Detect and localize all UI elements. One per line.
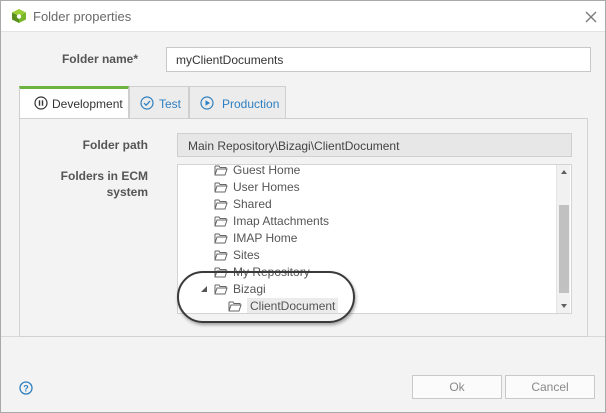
bizagi-cube-icon [12, 9, 26, 23]
svg-text:?: ? [23, 384, 29, 394]
tab-development-label: Development [52, 97, 123, 111]
tab-production[interactable]: Production [189, 86, 286, 118]
dialog-title: Folder properties [33, 9, 132, 24]
folder-open-icon [214, 165, 228, 176]
cancel-button[interactable]: Cancel [505, 375, 595, 399]
title-bar: Folder properties [1, 1, 605, 32]
tree-item-label: Shared [233, 197, 272, 211]
ecm-folders-label: Folders in ECM system [21, 168, 148, 200]
folder-path-field: Main Repository\Bizagi\ClientDocument [177, 133, 572, 157]
check-circle-icon [140, 96, 154, 110]
help-icon[interactable]: ? [19, 381, 33, 395]
ecm-label-line2: system [106, 185, 148, 199]
ecm-label-line1: Folders in ECM [60, 169, 148, 183]
folder-path-label: Folder path [82, 138, 148, 152]
scroll-up-arrow-icon[interactable] [557, 165, 571, 179]
folder-open-icon [214, 199, 228, 210]
tree-item-label: Guest Home [233, 164, 301, 177]
tree-item-label: IMAP Home [233, 231, 298, 245]
pause-circle-icon [34, 96, 48, 110]
folder-open-icon [214, 233, 228, 244]
scroll-down-arrow-icon[interactable] [557, 299, 571, 313]
dialog-footer: ? Ok Cancel [1, 338, 605, 412]
tree-item-label: User Homes [233, 180, 300, 194]
tab-development[interactable]: Development [19, 86, 129, 119]
folder-open-icon [214, 250, 228, 261]
folder-open-icon [214, 216, 228, 227]
tree-item-label: Imap Attachments [233, 214, 330, 228]
tree-scrollbar[interactable] [556, 165, 570, 313]
folder-properties-dialog: Folder properties Folder name* Developme… [0, 0, 606, 413]
tab-production-label: Production [222, 97, 280, 111]
tree-item-label: Sites [233, 248, 260, 262]
folder-name-input[interactable] [166, 47, 591, 72]
tab-test[interactable]: Test [129, 86, 189, 118]
tab-test-label: Test [159, 97, 182, 111]
highlight-annotation-circle [177, 271, 355, 323]
close-icon[interactable] [581, 7, 601, 27]
folder-name-label: Folder name* [61, 52, 138, 66]
ok-button[interactable]: Ok [412, 375, 502, 399]
scrollbar-thumb[interactable] [559, 205, 569, 293]
folder-open-icon [214, 182, 228, 193]
play-circle-icon [200, 96, 214, 110]
